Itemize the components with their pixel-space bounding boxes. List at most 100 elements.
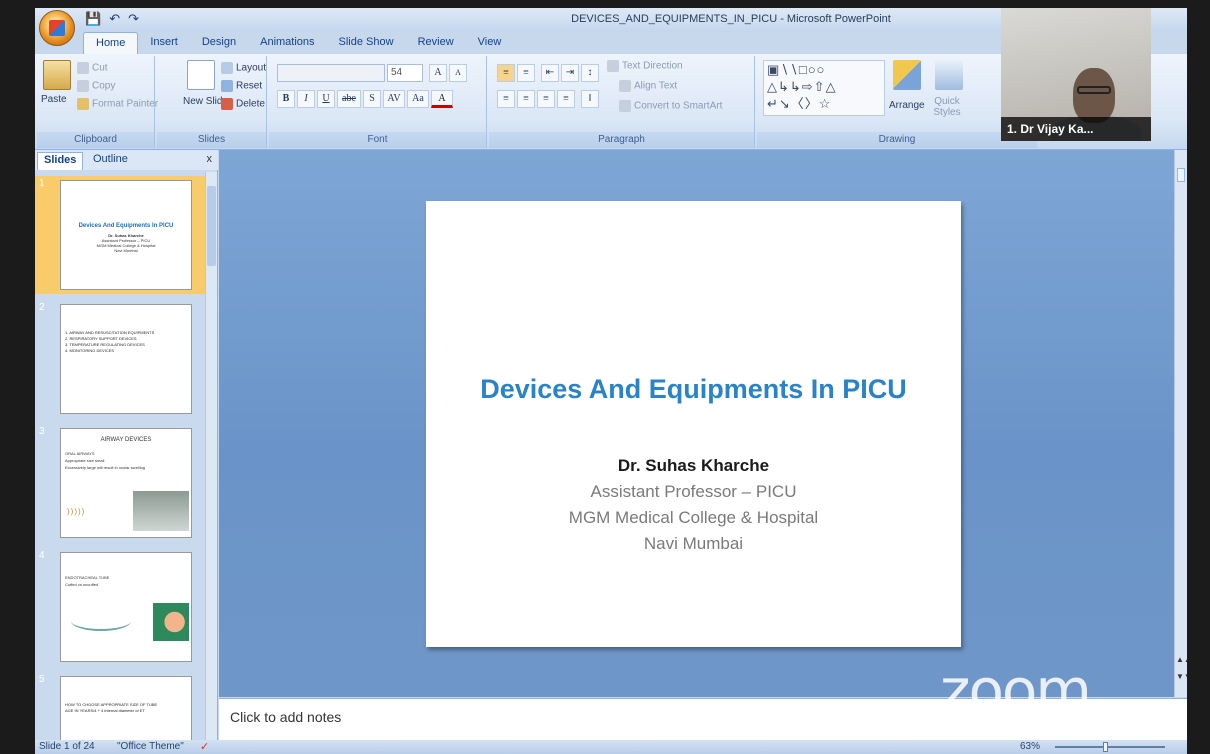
- close-pane-icon[interactable]: x: [207, 153, 213, 165]
- slide-thumbnail-1[interactable]: 1 Devices And Equipments In PICU Dr. Suh…: [35, 176, 206, 294]
- thumb-line: ENDOTRACHEAL TUBE: [65, 575, 110, 580]
- new-slide-icon[interactable]: [187, 60, 215, 90]
- thumbnail-preview: HOW TO CHOOSE APPROPRIATE SIZE OF TUBE A…: [60, 676, 192, 740]
- align-text-button[interactable]: Align Text: [619, 80, 677, 92]
- presenter-location[interactable]: Navi Mumbai: [426, 534, 961, 554]
- paste-button[interactable]: Paste: [41, 94, 67, 105]
- copy-button[interactable]: Copy: [77, 80, 115, 92]
- align-text-icon: [619, 80, 631, 92]
- delete-button[interactable]: Delete: [221, 98, 265, 110]
- zoom-slider[interactable]: [1055, 746, 1165, 748]
- change-case-button[interactable]: Aa: [407, 90, 429, 108]
- grow-font-button[interactable]: A: [429, 64, 447, 82]
- numbering-button[interactable]: ≡: [517, 64, 535, 82]
- copy-icon: [77, 80, 89, 92]
- scrollbar-thumb[interactable]: [1177, 168, 1185, 182]
- participant-name: 1. Dr Vijay Ka...: [1001, 117, 1151, 141]
- next-slide-icon[interactable]: ▼▼: [1176, 672, 1187, 681]
- office-logo-icon: [49, 20, 65, 36]
- arrange-button[interactable]: Arrange: [889, 100, 925, 111]
- thumbnails-scrollbar[interactable]: [205, 172, 217, 740]
- scrollbar-thumb[interactable]: [207, 186, 216, 266]
- text-direction-button[interactable]: Text Direction: [607, 60, 683, 72]
- slide-title[interactable]: Devices And Equipments In PICU: [426, 374, 961, 405]
- increase-indent-button[interactable]: ⇥: [561, 64, 579, 82]
- font-size-field[interactable]: 54: [387, 64, 423, 82]
- thumb-line: 4. MONITORING DEVICES: [65, 348, 115, 353]
- reset-button[interactable]: Reset: [221, 80, 262, 92]
- notes-placeholder[interactable]: Click to add notes: [230, 709, 341, 725]
- spell-check-icon[interactable]: ✓: [200, 740, 209, 753]
- tab-slides[interactable]: Slides: [37, 152, 84, 170]
- tab-design[interactable]: Design: [190, 32, 248, 54]
- presenter-institution[interactable]: MGM Medical College & Hospital: [426, 508, 961, 528]
- thumb-line: Excessively large will result in ocular …: [65, 465, 146, 470]
- tab-outline[interactable]: Outline: [87, 152, 134, 170]
- format-painter-button[interactable]: Format Painter: [77, 98, 158, 110]
- thumb-line: Navi Mumbai: [114, 248, 138, 253]
- quick-styles-icon[interactable]: [935, 60, 963, 90]
- tab-review[interactable]: Review: [406, 32, 466, 54]
- copy-label: Copy: [92, 80, 116, 92]
- bullets-button[interactable]: ≡: [497, 64, 515, 82]
- thumbnail-preview: AIRWAY DEVICES ORAL AIRWAYS Appropriate …: [60, 428, 192, 538]
- presenter-role[interactable]: Assistant Professor – PICU: [426, 482, 961, 502]
- thumbnail-preview: ENDOTRACHEAL TUBE Cuffed vs uncuffed: [60, 552, 192, 662]
- presenter-name[interactable]: Dr. Suhas Kharche: [426, 456, 961, 476]
- font-group: 54 A A B I U abe S AV Aa A Font: [269, 56, 487, 148]
- paragraph-label: Paragraph: [489, 132, 754, 148]
- status-bar: Slide 1 of 24 "Office Theme" ✓ 63%: [35, 740, 1187, 754]
- shadow-button[interactable]: S: [363, 90, 381, 108]
- columns-button[interactable]: ‖: [581, 90, 599, 108]
- current-slide[interactable]: Devices And Equipments In PICU Dr. Suhas…: [426, 201, 961, 647]
- slide-thumbnail-5[interactable]: 5 HOW TO CHOOSE APPROPRIATE SIZE OF TUBE…: [35, 672, 206, 740]
- thumb-bullets: 1. AIRWAY AND RESUSCITATION EQUIPMENTS 2…: [65, 330, 191, 354]
- align-left-button[interactable]: ≡: [497, 90, 515, 108]
- paste-icon[interactable]: [43, 60, 71, 90]
- zoom-level[interactable]: 63%: [1020, 741, 1040, 752]
- shapes-gallery[interactable]: ▣∖∖□○○ △↳↳⇨⇧△ ↵↘〈〉☆: [763, 60, 885, 116]
- previous-slide-icon[interactable]: ▲▲: [1176, 655, 1187, 664]
- text-direction-label: Text Direction: [622, 60, 683, 72]
- participant-glasses: [1077, 86, 1111, 94]
- thumb-subtitle: Dr. Suhas Kharche Assistant Professor – …: [61, 233, 191, 253]
- align-right-button[interactable]: ≡: [537, 90, 555, 108]
- slide-scrollbar[interactable]: ▲▲ ▼▼: [1174, 150, 1187, 697]
- participant-head: [1073, 68, 1115, 123]
- ribbon-tabs: Home Insert Design Animations Slide Show…: [83, 32, 513, 54]
- italic-button[interactable]: I: [297, 90, 315, 108]
- tab-animations[interactable]: Animations: [248, 32, 326, 54]
- slide-thumbnail-2[interactable]: 2 1. AIRWAY AND RESUSCITATION EQUIPMENTS…: [35, 300, 206, 418]
- underline-button[interactable]: U: [317, 90, 335, 108]
- bold-button[interactable]: B: [277, 90, 295, 108]
- tab-home[interactable]: Home: [83, 32, 139, 54]
- line-spacing-button[interactable]: ↕: [581, 64, 599, 82]
- cut-label: Cut: [92, 62, 108, 74]
- shrink-font-button[interactable]: A: [449, 64, 467, 82]
- tab-slide-show[interactable]: Slide Show: [327, 32, 406, 54]
- quick-styles-button[interactable]: Quick Styles: [927, 96, 967, 118]
- font-color-button[interactable]: A: [431, 90, 453, 108]
- decrease-indent-button[interactable]: ⇤: [541, 64, 559, 82]
- arrange-icon[interactable]: [893, 60, 921, 90]
- zoom-slider-thumb[interactable]: [1103, 742, 1108, 752]
- tube-image: [71, 611, 131, 631]
- tab-insert[interactable]: Insert: [138, 32, 190, 54]
- tab-view[interactable]: View: [466, 32, 514, 54]
- slide-count: Slide 1 of 24: [39, 741, 95, 752]
- align-center-button[interactable]: ≡: [517, 90, 535, 108]
- font-name-field[interactable]: [277, 64, 385, 82]
- slide-thumbnail-3[interactable]: 3 AIRWAY DEVICES ORAL AIRWAYS Appropriat…: [35, 424, 206, 542]
- thumb-line: Cuffed vs uncuffed: [65, 582, 99, 587]
- office-button[interactable]: [39, 10, 75, 46]
- character-spacing-button[interactable]: AV: [383, 90, 405, 108]
- strikethrough-button[interactable]: abe: [337, 90, 361, 108]
- slide-number: 5: [39, 674, 45, 685]
- justify-button[interactable]: ≡: [557, 90, 575, 108]
- scissors-icon: [77, 62, 89, 74]
- cut-button[interactable]: Cut: [77, 62, 108, 74]
- layout-button[interactable]: Layout: [221, 62, 266, 74]
- convert-smartart-button[interactable]: Convert to SmartArt: [619, 100, 722, 112]
- slide-thumbnail-4[interactable]: 4 ENDOTRACHEAL TUBE Cuffed vs uncuffed: [35, 548, 206, 666]
- participant-video[interactable]: 1. Dr Vijay Ka...: [1001, 8, 1151, 141]
